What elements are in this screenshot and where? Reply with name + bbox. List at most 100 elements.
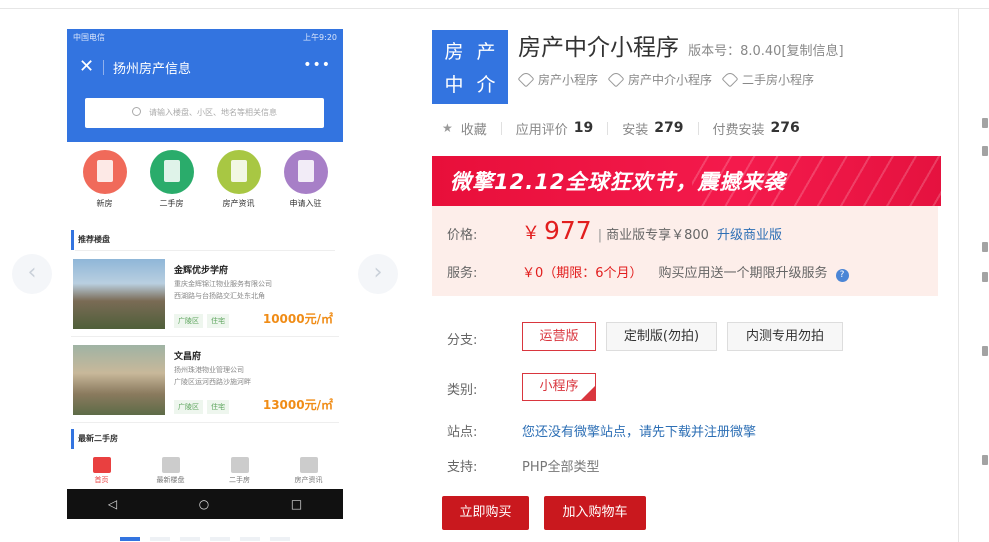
category-icon	[82, 150, 127, 194]
listing-tag: 广陵区	[174, 314, 203, 328]
phone-nav-item: 首页	[67, 455, 136, 489]
listing-tag: 住宅	[207, 400, 229, 414]
product-tag[interactable]: 房产小程序	[520, 71, 598, 88]
nav-icon	[299, 457, 318, 473]
category-icon	[283, 150, 328, 194]
listing-company: 重庆金辉锦江物业服务有限公司	[174, 280, 272, 288]
gallery-dot[interactable]	[210, 537, 230, 541]
carrier-label: 中国电信	[73, 33, 105, 42]
help-icon[interactable]: ?	[835, 269, 849, 282]
gallery-prev-button[interactable]: ‹	[12, 254, 52, 294]
nav-icon	[230, 457, 249, 473]
stats-separator	[500, 121, 502, 135]
right-sidebar-edge	[978, 0, 989, 542]
gallery-dot[interactable]	[120, 537, 140, 541]
currency-symbol: ￥	[522, 223, 540, 244]
listing-company: 扬州珠港物业管理公司	[174, 366, 244, 374]
branch-option-custom[interactable]: 定制版(勿拍)	[606, 322, 717, 351]
favorite-button[interactable]: 收藏	[461, 119, 487, 138]
site-register-link[interactable]: 您还没有微擎站点，请先下载并注册微擎	[522, 421, 756, 440]
paid-installs-label: 付费安装	[712, 122, 765, 138]
price-value: ￥ 977	[522, 216, 592, 245]
phone-category-row: 新房 二手房 房产资讯 申请入驻	[67, 142, 343, 224]
listing-photo	[73, 259, 165, 329]
branch-label: 分支:	[447, 333, 478, 348]
phone-category-item: 二手房	[140, 150, 204, 224]
category-option-miniprogram[interactable]: 小程序	[522, 373, 596, 401]
listing-address: 西湖路与台扬路交汇处东北角	[174, 292, 265, 300]
product-tags: 房产小程序 房产中介小程序 二手房小程序	[520, 71, 814, 88]
phone-bottom-nav: 首页 最新楼盘 二手房 房产资讯	[67, 455, 343, 489]
phone-nav-item: 房产资讯	[274, 455, 343, 489]
rating-label: 应用评价	[515, 122, 568, 138]
stats-separator	[607, 121, 609, 135]
phone-screenshot: 中国电信 上午9:20 ✕ 扬州房产信息 ••• 请输入楼盘、小区、地名等相关信…	[67, 29, 343, 519]
listing-price: 10000元/㎡	[262, 312, 333, 326]
buy-now-button[interactable]: 立即购买	[442, 496, 529, 530]
close-icon: ✕	[79, 56, 95, 77]
promo-banner[interactable]: 微擎12.12全球狂欢节，震撼来袭	[432, 156, 941, 206]
more-icon: •••	[303, 57, 331, 73]
recents-icon: □	[290, 497, 303, 511]
nav-icon	[92, 457, 111, 473]
gallery-next-button[interactable]: ›	[358, 254, 398, 294]
price-panel: 价格: ￥ 977 | 商业版专享￥800 升级商业版 服务: ￥0（期限：6个月…	[432, 206, 938, 296]
branch-option-internal[interactable]: 内测专用勿拍	[727, 322, 843, 351]
site-label: 站点:	[447, 425, 478, 440]
rating-count: 19	[573, 120, 594, 136]
category-icon	[149, 150, 194, 194]
listing-tags: 广陵区 住宅	[174, 314, 229, 328]
phone-listings: 金辉优步学府 重庆金辉锦江物业服务有限公司 西湖路与台扬路交汇处东北角 广陵区 住宅 10…	[67, 251, 343, 423]
search-icon	[132, 107, 141, 116]
upgrade-business-link[interactable]: 升级商业版	[717, 224, 782, 243]
phone-search-box: 请输入楼盘、小区、地名等相关信息	[85, 98, 324, 128]
phone-nav-label: 最新楼盘	[156, 476, 185, 484]
phone-title-bar: ✕ 扬州房产信息 •••	[67, 57, 343, 79]
product-name: 房产中介小程序	[518, 35, 679, 61]
business-price-text: 商业版专享￥800	[606, 228, 709, 243]
top-divider	[0, 8, 989, 9]
gallery-dot[interactable]	[180, 537, 200, 541]
product-tag[interactable]: 二手房小程序	[724, 71, 814, 88]
category-icon	[216, 150, 261, 194]
installs-count: 279	[654, 120, 684, 136]
product-version: 版本号：8.0.40	[688, 44, 782, 59]
status-time: 上午9:20	[303, 33, 337, 42]
listing-price: 13000元/㎡	[262, 398, 333, 412]
phone-listing-item: 金辉优步学府重庆金辉锦江物业服务有限公司 西湖路与台扬路交汇处东北角广陵区 住宅 10…	[71, 251, 339, 337]
phone-nav-label: 首页	[94, 476, 109, 484]
listing-name: 文昌府	[174, 352, 202, 362]
logo-char: 产	[476, 41, 496, 63]
gallery-dot[interactable]	[270, 537, 290, 541]
service-value: ￥0（期限：6个月）	[522, 266, 643, 281]
phone-listing-item: 文昌府 扬州珠港物业管理公司 广陵区运河西路沙施河畔 广陵区 住宅 13000元/㎡	[71, 337, 339, 423]
category-label: 类别:	[447, 383, 478, 398]
listing-name: 金辉优步学府	[174, 266, 229, 276]
phone-category-label: 申请入驻	[289, 199, 322, 208]
logo-char: 房	[444, 41, 464, 63]
phone-nav-label: 二手房	[229, 476, 250, 484]
copy-info-link[interactable]: [复制信息]	[781, 44, 843, 59]
listing-tags: 广陵区 住宅	[174, 400, 229, 414]
product-tag[interactable]: 房产中介小程序	[610, 71, 712, 88]
stats-separator	[697, 121, 699, 135]
logo-char: 中	[444, 74, 464, 96]
phone-search-placeholder: 请输入楼盘、小区、地名等相关信息	[149, 108, 277, 117]
phone-app-title: 扬州房产信息	[113, 62, 192, 77]
service-label: 服务:	[447, 266, 478, 281]
phone-category-label: 新房	[96, 199, 113, 208]
installs-label: 安装	[622, 122, 649, 138]
gallery-dot[interactable]	[150, 537, 170, 541]
phone-section-secondhand: 最新二手房	[71, 429, 343, 449]
add-to-cart-button[interactable]: 加入购物车	[544, 496, 646, 530]
price-row: 价格: ￥ 977 | 商业版专享￥800 升级商业版	[447, 216, 782, 245]
logo-char: 介	[476, 74, 496, 96]
phone-category-label: 房产资讯	[222, 199, 255, 208]
branch-option-operating[interactable]: 运营版	[522, 322, 596, 351]
title-separator	[103, 60, 104, 75]
phone-nav-item: 最新楼盘	[136, 455, 205, 489]
star-icon[interactable]: ★	[442, 121, 453, 135]
support-label: 支持:	[447, 460, 478, 475]
price-amount: 977	[544, 216, 592, 245]
gallery-dot[interactable]	[240, 537, 260, 541]
